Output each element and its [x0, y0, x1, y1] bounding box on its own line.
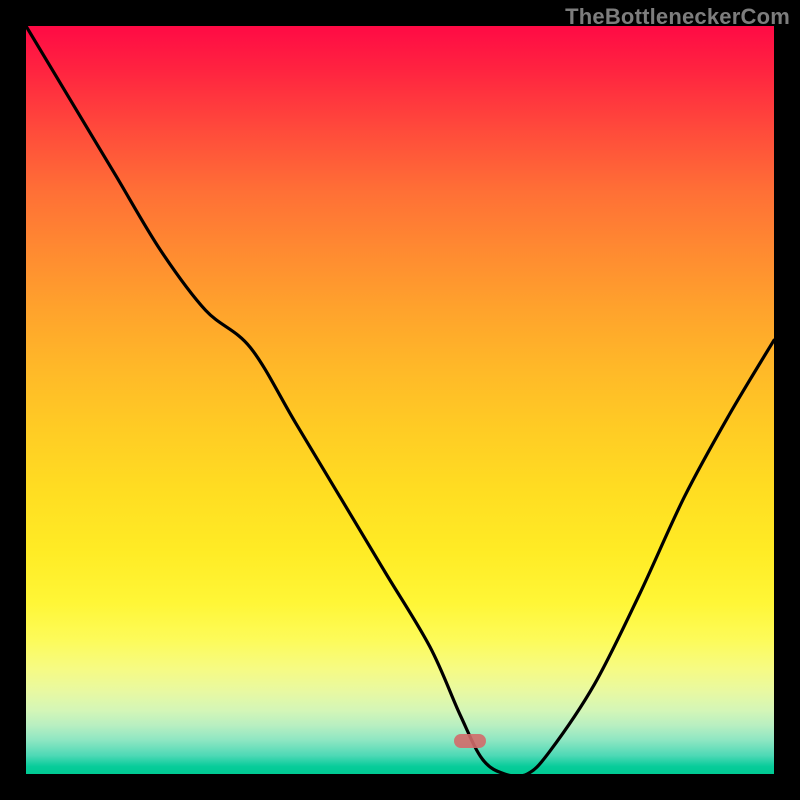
optimal-marker — [454, 734, 486, 748]
bottleneck-curve — [26, 26, 774, 774]
outer-black-frame: TheBottleneckerCom — [0, 0, 800, 800]
plot-area — [26, 26, 774, 774]
